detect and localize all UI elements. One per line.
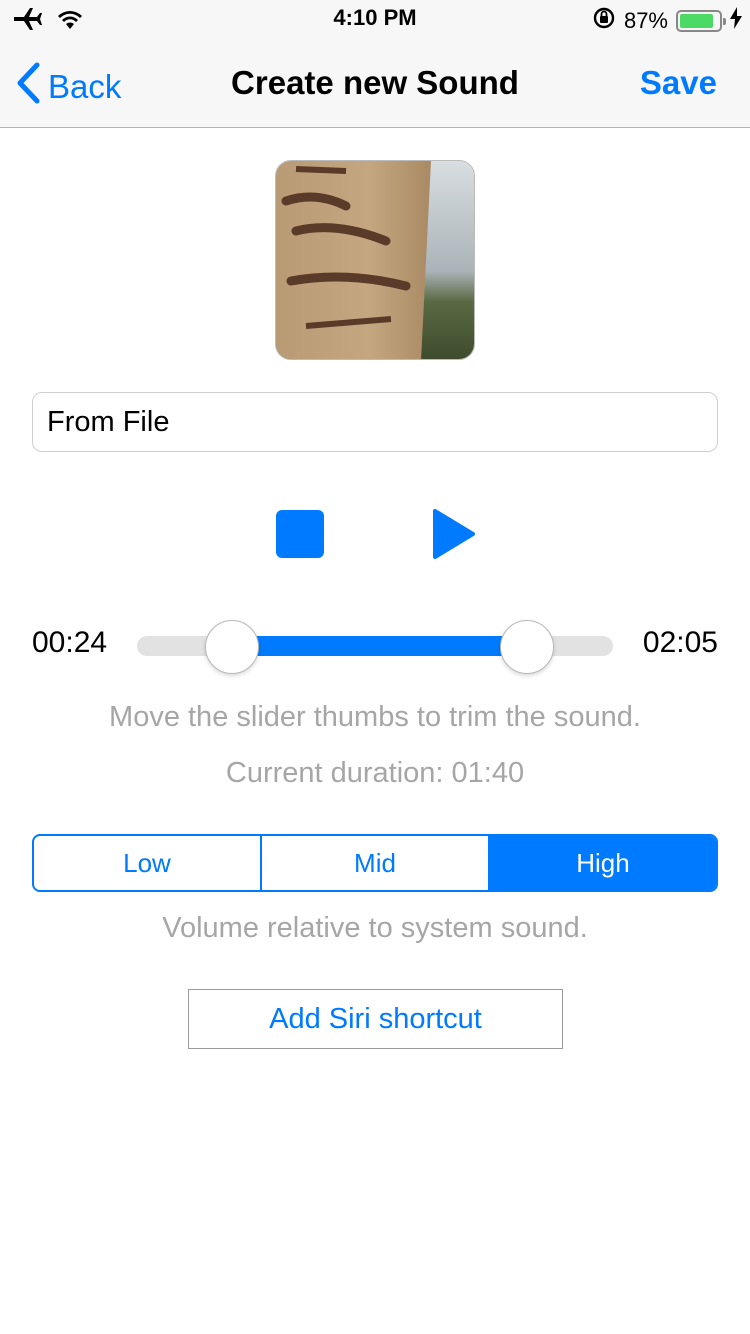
volume-option-mid[interactable]: Mid: [260, 836, 488, 890]
sound-name-field[interactable]: [32, 392, 718, 452]
battery-fill: [680, 14, 714, 28]
battery-percent: 87%: [623, 8, 668, 33]
trim-hint: Move the slider thumbs to trim the sound…: [109, 701, 641, 733]
trim-end-thumb[interactable]: [500, 620, 555, 674]
trim-end-time: 02:05: [642, 626, 718, 659]
save-button[interactable]: Save: [640, 64, 717, 102]
play-button[interactable]: [432, 508, 476, 560]
trim-start-time: 00:24: [32, 626, 108, 659]
orientation-lock-icon: [592, 6, 616, 36]
volume-segmented-control: Low Mid High: [32, 834, 718, 892]
sound-image[interactable]: [275, 160, 475, 360]
trim-slider[interactable]: [137, 620, 613, 674]
page-title: Create new Sound: [231, 64, 519, 101]
play-icon: [433, 509, 475, 559]
battery-nub: [723, 18, 726, 25]
create-sound-screen: 4:10 PM 87% Back Create new Sound Save F…: [0, 0, 750, 1334]
trim-start-thumb[interactable]: [205, 620, 260, 674]
battery-icon: [676, 10, 726, 32]
current-duration: Current duration: 01:40: [225, 757, 525, 789]
add-siri-shortcut-button[interactable]: Add Siri shortcut: [188, 989, 563, 1049]
charging-bolt-icon: [730, 7, 742, 35]
status-right-group: 87%: [592, 6, 742, 36]
navigation-header: 4:10 PM 87% Back Create new Sound Save: [0, 0, 750, 128]
volume-option-low[interactable]: Low: [34, 836, 260, 890]
volume-hint: Volume relative to system sound.: [162, 912, 588, 944]
volume-option-high[interactable]: High: [488, 836, 716, 890]
trim-selected-range: [232, 636, 528, 656]
stop-button[interactable]: [276, 510, 324, 558]
